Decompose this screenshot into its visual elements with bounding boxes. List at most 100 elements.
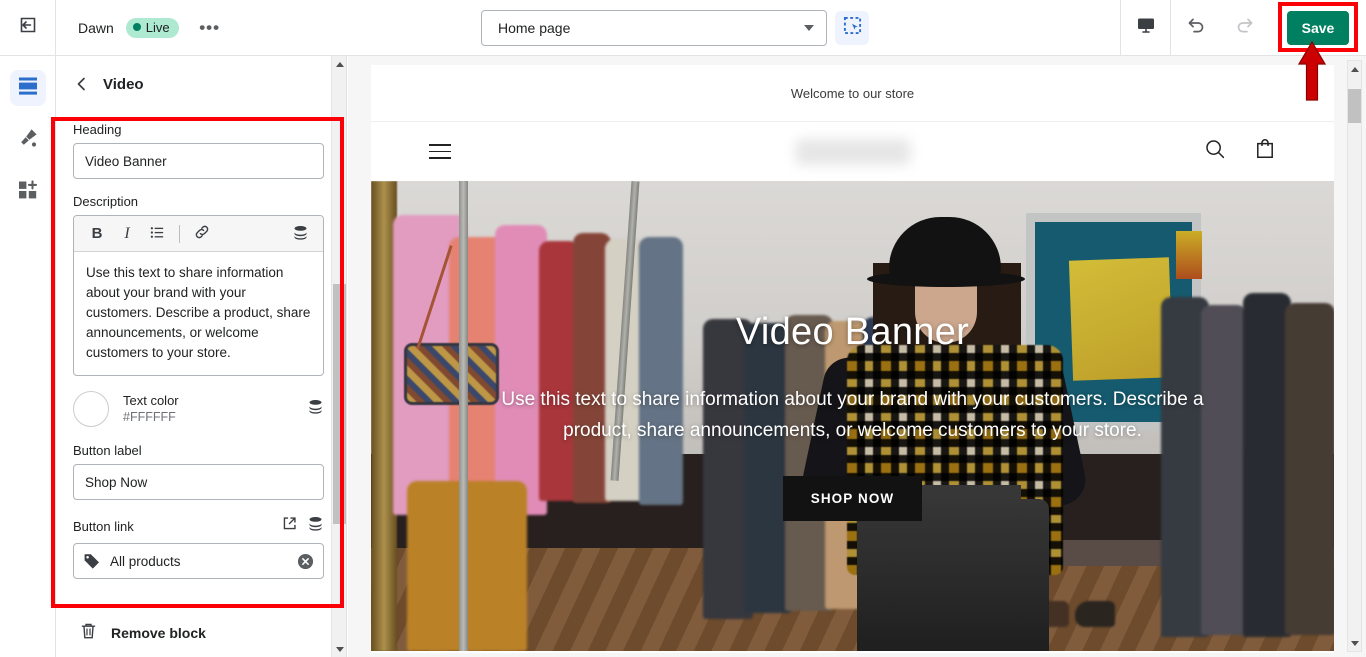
search-icon[interactable] [1204, 138, 1226, 165]
page-title: Video [103, 75, 144, 93]
video-banner-paragraph: Use this text to share information about… [501, 389, 1204, 441]
text-color-hex: #FFFFFF [123, 410, 176, 424]
triangle-up-icon [335, 61, 344, 67]
sections-icon [17, 75, 39, 102]
triangle-down-icon [335, 646, 344, 652]
open-link-button[interactable] [282, 516, 297, 536]
page-selector-value: Home page [498, 20, 571, 36]
theme-name: Dawn [78, 19, 114, 36]
color-swatch[interactable] [73, 391, 109, 427]
rich-text-editor: B I Use this text to share information a… [73, 215, 324, 376]
storefront-header [371, 122, 1334, 181]
exit-editor-button[interactable] [0, 0, 56, 55]
store-logo [795, 138, 910, 165]
more-actions-button[interactable]: ••• [195, 14, 225, 42]
desktop-preview-icon [1136, 15, 1156, 40]
remove-block-button[interactable]: Remove block [57, 607, 346, 657]
left-icon-rail [0, 56, 56, 657]
tag-icon [83, 552, 101, 570]
button-link-value: All products [110, 553, 181, 569]
redo-icon [1234, 14, 1256, 41]
button-link-dynamic-source-button[interactable] [307, 515, 324, 537]
description-dynamic-source-button[interactable] [287, 221, 313, 247]
page-selector[interactable]: Home page [481, 10, 827, 46]
bold-button[interactable]: B [84, 221, 110, 247]
save-button-container: Save [1270, 0, 1366, 55]
hamburger-menu-icon[interactable] [429, 144, 451, 159]
panel-header: Video [57, 56, 346, 112]
button-label-field: Button label Shop Now [73, 443, 330, 500]
section-settings-panel: Video Heading Video Banner Description B… [57, 56, 347, 657]
button-link-label-row: Button link [73, 515, 324, 537]
status-badge-label: Live [145, 19, 170, 35]
video-banner-content: Video Banner Use this text to share info… [371, 181, 1334, 651]
device-preview-button[interactable] [1120, 0, 1170, 55]
sidebar-item-app-blocks[interactable] [10, 174, 46, 210]
theme-settings-icon [17, 127, 39, 154]
panel-scroll-down-button[interactable] [332, 641, 346, 657]
bullet-list-button[interactable] [144, 221, 170, 247]
panel-scrollbar[interactable] [331, 56, 346, 657]
storefront-canvas: Welcome to our store Video Banner Use th… [371, 65, 1334, 653]
status-badge: Live [125, 17, 179, 38]
text-color-field: Text color #FFFFFF [73, 391, 324, 427]
button-label-input[interactable]: Shop Now [73, 464, 324, 500]
external-link-icon [282, 516, 297, 536]
trash-icon [80, 622, 97, 643]
insert-link-button[interactable] [189, 221, 215, 247]
button-link-label: Button link [73, 518, 134, 534]
heading-label: Heading [73, 122, 122, 137]
sidebar-item-sections[interactable] [9, 70, 46, 106]
description-label: Description [73, 194, 139, 209]
preview-scrollbar[interactable] [1347, 60, 1362, 652]
shopping-bag-icon[interactable] [1254, 138, 1276, 165]
undo-icon [1185, 14, 1207, 41]
panel-scroll-thumb[interactable] [333, 284, 346, 524]
button-link-input[interactable]: All products [73, 543, 324, 579]
preview-scroll-up-button[interactable] [1348, 61, 1361, 77]
select-section-icon [843, 16, 862, 40]
chevron-down-icon [804, 25, 814, 31]
top-bar-right: Save [1120, 0, 1366, 55]
remove-block-label: Remove block [111, 624, 206, 641]
text-color-label: Text color [123, 393, 179, 408]
redo-button[interactable] [1220, 0, 1270, 55]
heading-input[interactable]: Video Banner [73, 143, 324, 179]
button-label-label: Button label [73, 443, 142, 458]
theme-preview-area: Welcome to our store Video Banner Use th… [348, 56, 1366, 657]
triangle-down-icon [1350, 640, 1359, 646]
exit-editor-icon [18, 15, 38, 40]
announcement-bar: Welcome to our store [371, 65, 1334, 122]
description-textarea[interactable]: Use this text to share information about… [74, 252, 323, 375]
panel-scroll-up-button[interactable] [332, 56, 346, 72]
preview-scroll-thumb[interactable] [1348, 89, 1361, 123]
rich-text-toolbar: B I [74, 216, 323, 252]
app-blocks-icon [17, 179, 39, 206]
color-text-group: Text color #FFFFFF [123, 392, 179, 426]
dynamic-source-icon [307, 515, 324, 537]
clear-link-button[interactable] [297, 553, 314, 570]
heading-field: Heading Video Banner [73, 122, 330, 179]
text-color-dynamic-source-button[interactable] [307, 398, 324, 420]
top-bar: Dawn Live ••• Home page Save [0, 0, 1366, 56]
description-field: Description B I Use this text to share i… [73, 194, 330, 376]
video-banner-section: Video Banner Use this text to share info… [371, 181, 1334, 651]
triangle-up-icon [1350, 66, 1359, 72]
dynamic-source-icon [292, 224, 309, 244]
live-dot-icon [132, 23, 141, 31]
video-banner-heading: Video Banner [735, 311, 970, 353]
select-section-button[interactable] [835, 11, 869, 45]
preview-scroll-down-button[interactable] [1348, 635, 1361, 651]
italic-button[interactable]: I [114, 221, 140, 247]
sidebar-item-theme-settings[interactable] [10, 122, 46, 158]
bullet-list-icon [150, 225, 165, 243]
save-button[interactable]: Save [1287, 10, 1349, 45]
link-icon [194, 224, 210, 243]
page-selector-group: Home page [481, 10, 869, 46]
button-link-field: Button link All products [73, 515, 330, 579]
header-icons [1204, 138, 1276, 165]
undo-button[interactable] [1170, 0, 1220, 55]
shop-now-button[interactable]: SHOP NOW [782, 476, 923, 521]
toolbar-divider [179, 224, 180, 243]
back-button[interactable] [75, 77, 89, 91]
